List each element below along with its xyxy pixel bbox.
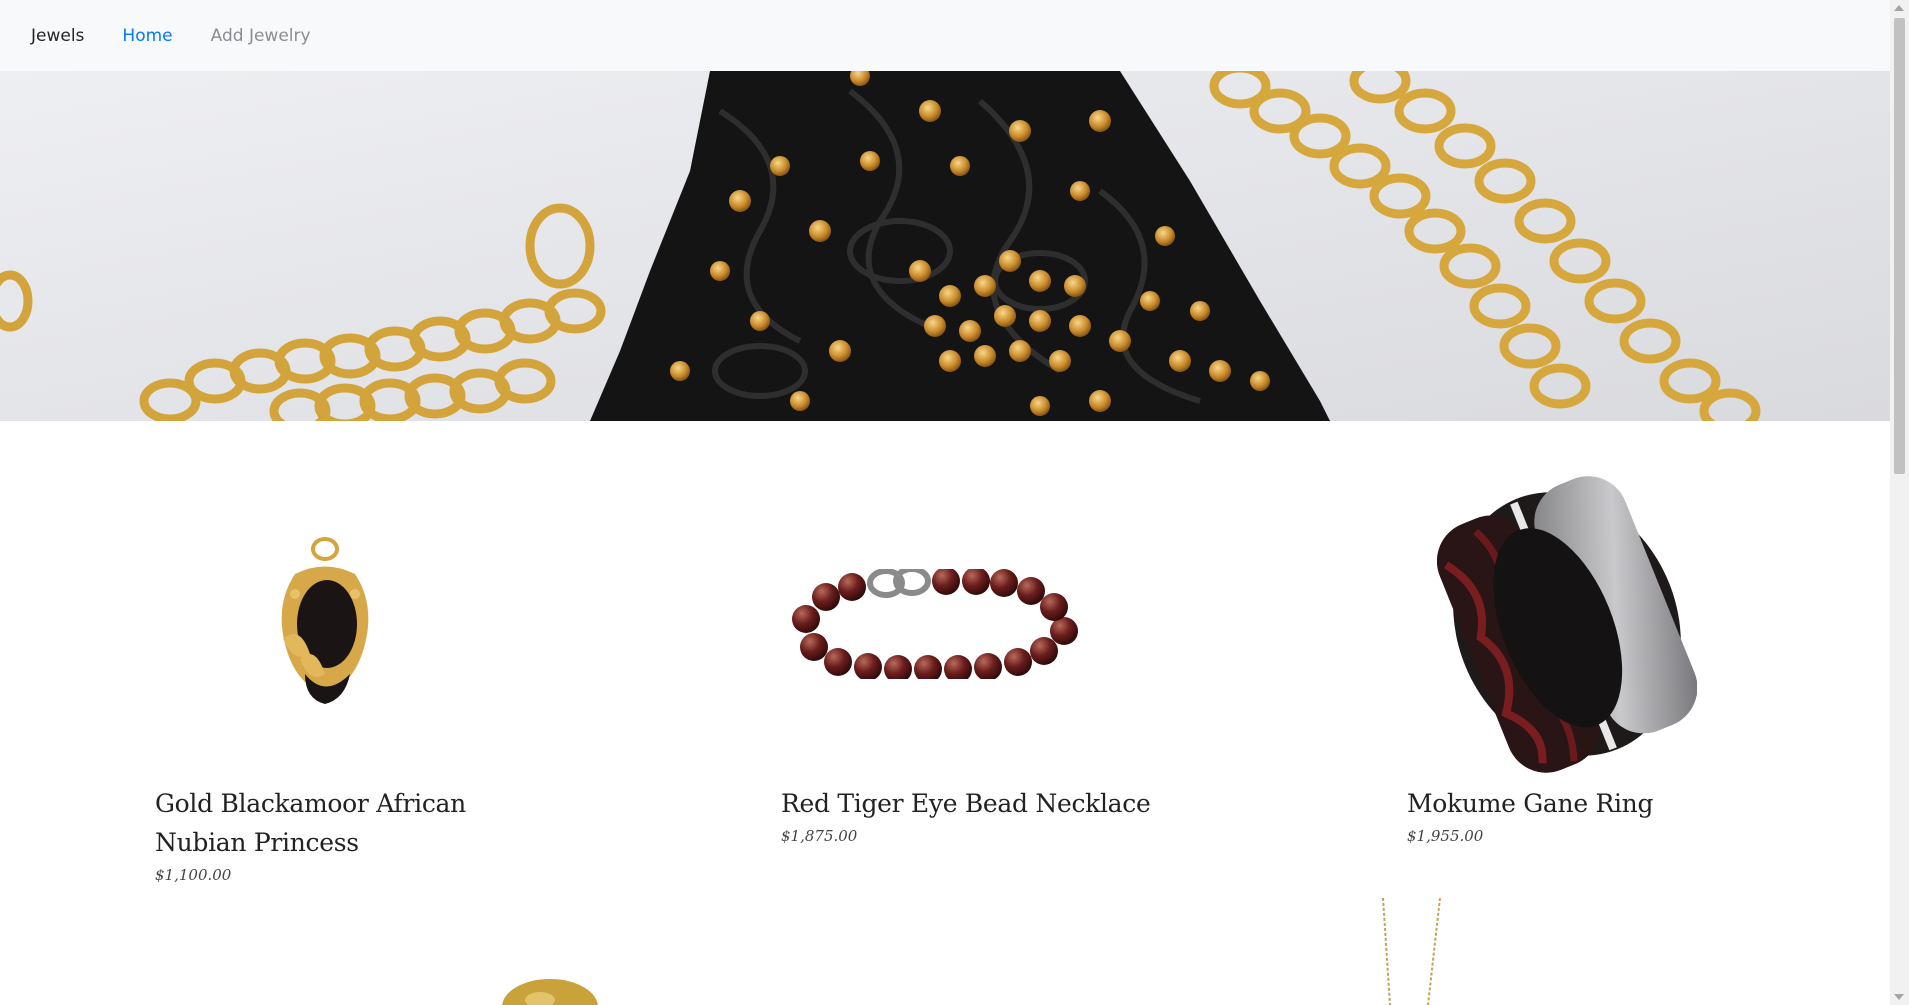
scrollbar-thumb[interactable] xyxy=(1894,18,1905,474)
brand-link[interactable]: Jewels xyxy=(31,26,84,46)
product-card[interactable]: Mokume Gane Ring $1,955.00 xyxy=(1407,474,1909,845)
hero-banner-image xyxy=(0,71,1890,421)
product-title[interactable]: Red Tiger Eye Bead Necklace xyxy=(781,784,1301,823)
page-scrollbar[interactable] xyxy=(1890,0,1909,1005)
top-navbar: Jewels Home Add Jewelry xyxy=(0,0,1890,71)
product-price: $1,955.00 xyxy=(1407,827,1484,845)
nav-add-jewelry-link[interactable]: Add Jewelry xyxy=(211,26,311,46)
product-title-line: Nubian Princess xyxy=(155,828,359,857)
nav-home-link[interactable]: Home xyxy=(122,26,172,46)
product-price: $1,100.00 xyxy=(155,866,232,884)
product-title[interactable]: Gold Blackamoor African Nubian Princess xyxy=(155,784,675,862)
product-title-line: Gold Blackamoor African xyxy=(155,789,466,818)
product-title[interactable]: Mokume Gane Ring xyxy=(1407,784,1909,823)
pendant-image[interactable] xyxy=(155,474,495,774)
product-card[interactable]: Gold Blackamoor African Nubian Princess … xyxy=(155,474,675,884)
scroll-up-icon[interactable] xyxy=(1894,5,1904,11)
partial-necklace-image[interactable] xyxy=(1378,897,1448,1005)
bead-bracelet-image[interactable] xyxy=(781,474,1091,774)
scroll-down-icon[interactable] xyxy=(1894,994,1904,1000)
ring-image[interactable] xyxy=(1407,474,1727,774)
product-card[interactable]: Red Tiger Eye Bead Necklace $1,875.00 xyxy=(781,474,1301,845)
product-price: $1,875.00 xyxy=(781,827,858,845)
partial-gold-item-image[interactable] xyxy=(500,975,600,1005)
